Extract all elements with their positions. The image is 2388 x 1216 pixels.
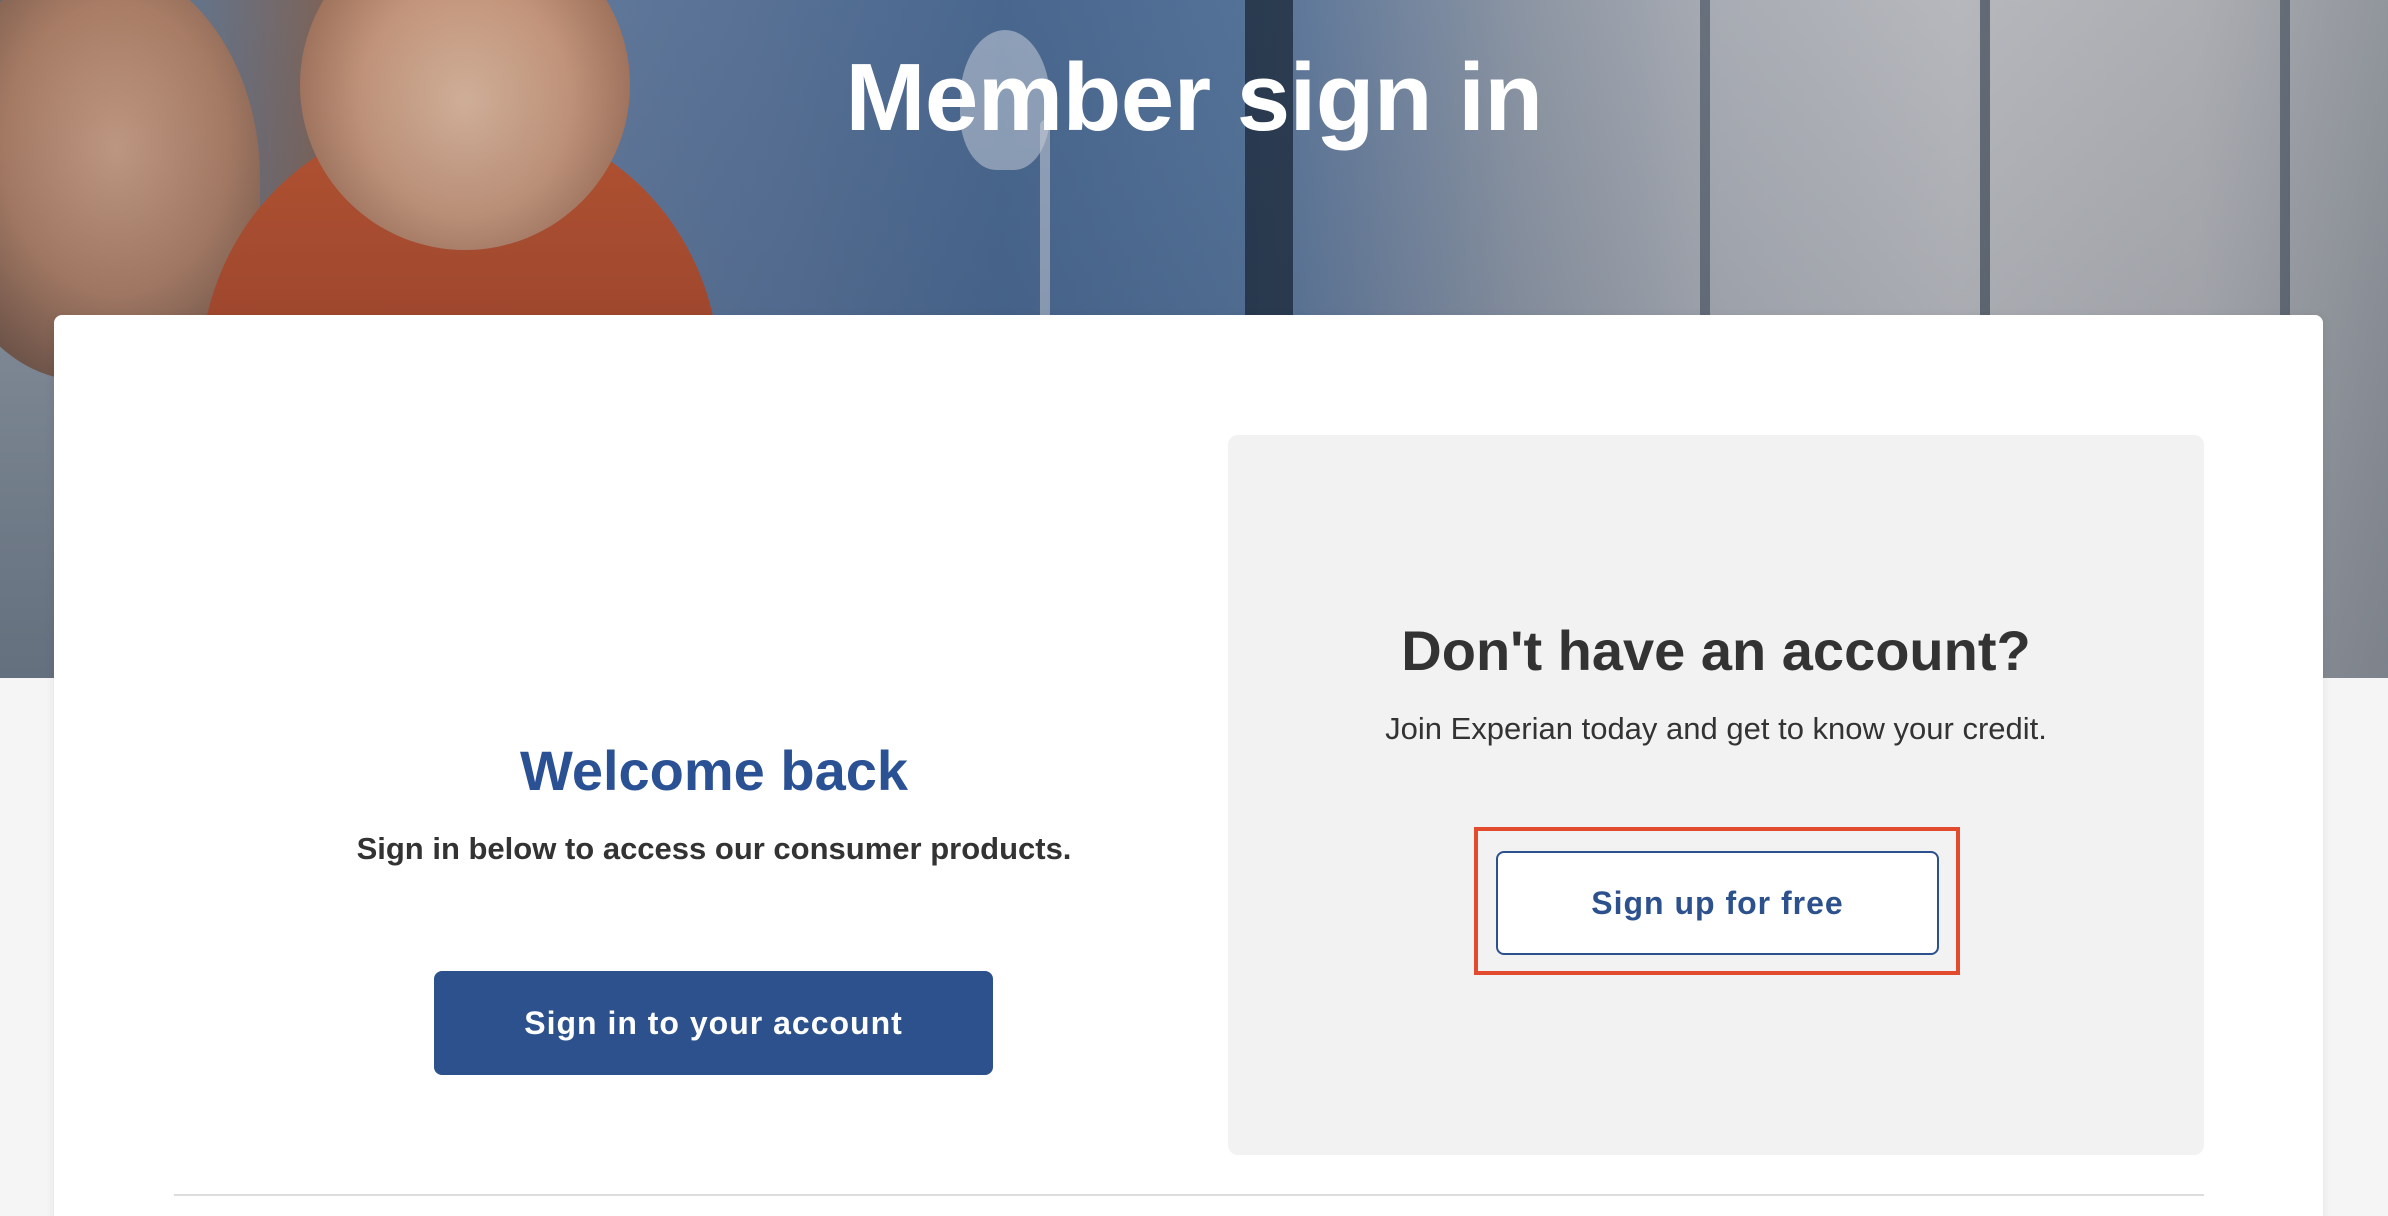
returning-member-section: Welcome back Sign in below to access our… xyxy=(174,435,1254,1155)
welcome-heading: Welcome back xyxy=(519,739,909,802)
signup-heading: Don't have an account? xyxy=(1401,619,2031,682)
page: Member sign in Welcome back Sign in belo… xyxy=(0,0,2388,1216)
page-title: Member sign in xyxy=(845,44,1543,151)
signup-subtitle: Join Experian today and get to know your… xyxy=(1385,711,2047,746)
divider xyxy=(174,1194,2204,1196)
sign-in-card: Welcome back Sign in below to access our… xyxy=(54,315,2323,1216)
sign-up-button[interactable]: Sign up for free xyxy=(1496,851,1939,955)
sign-in-button[interactable]: Sign in to your account xyxy=(434,971,993,1075)
welcome-subtitle: Sign in below to access our consumer pro… xyxy=(356,831,1072,866)
new-member-panel: Don't have an account? Join Experian tod… xyxy=(1228,435,2204,1155)
